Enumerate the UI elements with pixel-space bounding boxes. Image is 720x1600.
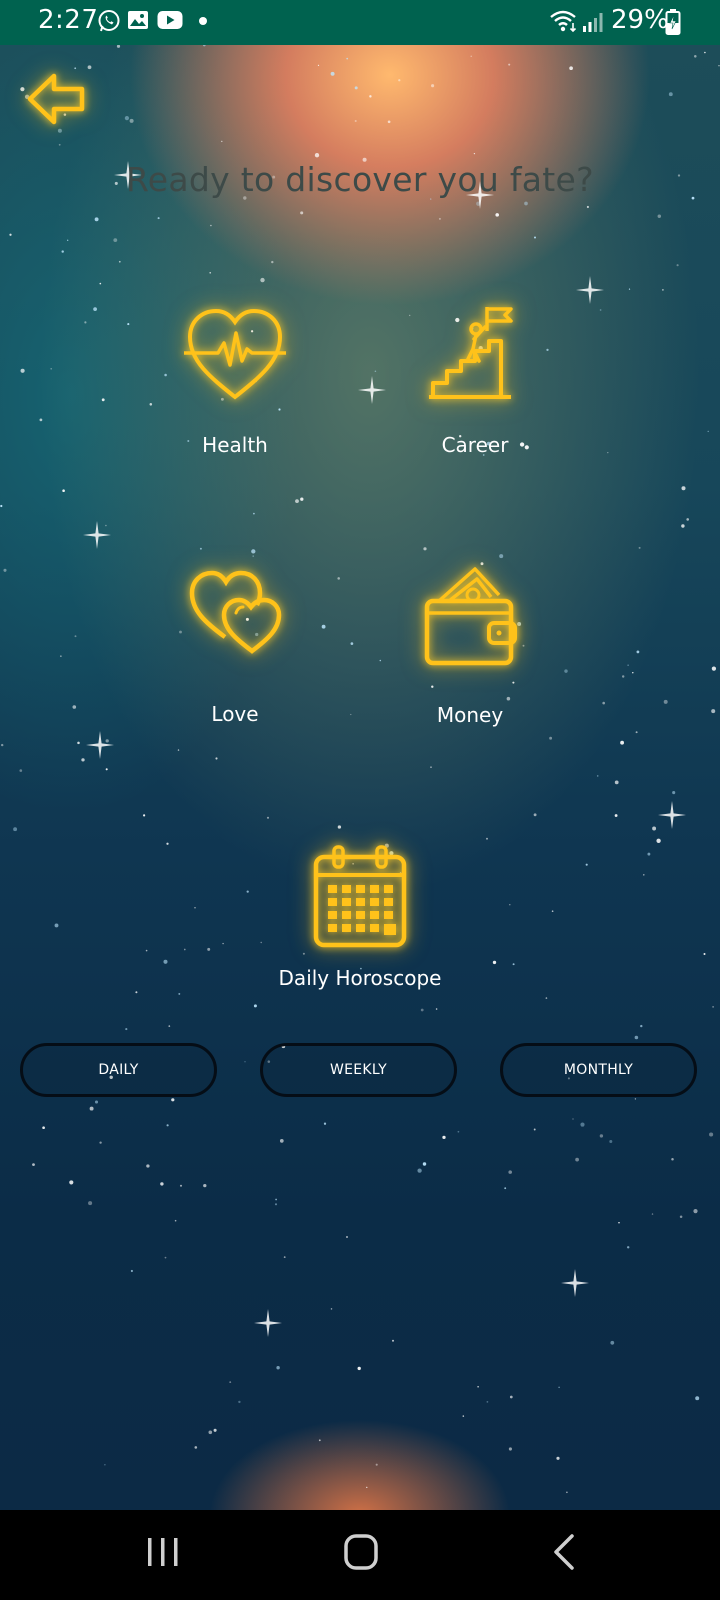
navigation-bar	[0, 1510, 720, 1600]
wifi-icon	[550, 10, 577, 33]
youtube-icon	[157, 11, 183, 29]
category-label-health: Health	[202, 433, 268, 457]
category-label-money: Money	[436, 703, 504, 727]
battery-charging-icon	[665, 9, 681, 35]
category-label-daily-horoscope: Daily Horoscope	[278, 966, 442, 990]
category-daily-horoscope[interactable]: Daily Horoscope	[260, 845, 460, 990]
period-weekly-button[interactable]: WEEKLY	[260, 1043, 457, 1097]
heartbeat-icon	[184, 308, 286, 400]
battery-percent: 29%	[611, 5, 669, 35]
page-title: Ready to discover you fate?	[126, 160, 594, 199]
gallery-icon	[128, 11, 148, 29]
dot-icon	[199, 17, 207, 25]
period-monthly-button[interactable]: MONTHLY	[500, 1043, 697, 1097]
back-arrow-icon[interactable]	[24, 70, 90, 130]
wallet-icon	[424, 567, 517, 666]
calendar-icon	[313, 845, 407, 948]
category-label-love: Love	[211, 702, 259, 726]
period-daily-button[interactable]: DAILY	[20, 1043, 217, 1097]
hearts-icon	[189, 570, 282, 654]
back-icon[interactable]	[550, 1532, 580, 1572]
category-health[interactable]: Health	[155, 305, 315, 457]
category-money[interactable]: Money	[390, 565, 550, 727]
stars-overlay	[0, 45, 720, 1494]
career-icon	[429, 307, 513, 399]
whatsapp-icon	[98, 10, 120, 32]
recent-apps-icon[interactable]	[145, 1532, 181, 1572]
category-love[interactable]: Love	[155, 565, 315, 726]
screen: 2:27 29% Ready to discover you fate? Hea…	[0, 0, 720, 1600]
status-bar: 2:27 29%	[0, 0, 720, 45]
home-icon[interactable]	[342, 1532, 382, 1572]
category-label-career: Career	[441, 433, 509, 457]
status-time: 2:27	[38, 5, 99, 35]
signal-icon	[583, 13, 603, 32]
category-career[interactable]: Career	[395, 305, 555, 457]
